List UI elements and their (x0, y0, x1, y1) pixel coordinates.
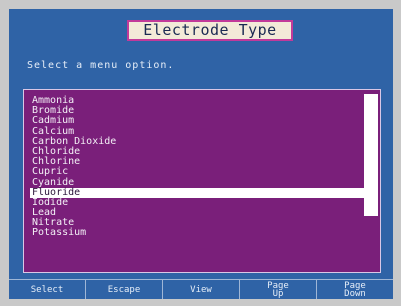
menu-item[interactable]: Iodide (30, 197, 370, 208)
device-bezel: Electrode Type Select a menu option. Amm… (0, 0, 401, 306)
electrode-type-list-panel: Ammonia Bromide Cadmium Calcium Carbon Dioxi… (23, 89, 381, 273)
menu-item[interactable]: Potassium (30, 228, 370, 238)
electrode-type-list: Ammonia Bromide Cadmium Calcium Carbon Dioxi… (30, 95, 370, 239)
menu-item[interactable]: Cupric (30, 167, 370, 177)
menu-item[interactable]: Ammonia (30, 95, 370, 106)
menu-item[interactable]: Fluoride (30, 187, 370, 198)
menu-item[interactable]: Chlorine (30, 156, 370, 167)
menu-prompt: Select a menu option. (27, 60, 175, 71)
page-up-button[interactable]: Page Up (239, 279, 316, 299)
device-screen: Electrode Type Select a menu option. Amm… (9, 9, 393, 299)
page-down-button[interactable]: Page Down (316, 279, 393, 299)
select-button[interactable]: Select (9, 279, 85, 299)
list-scrollbar[interactable] (364, 92, 378, 270)
escape-button[interactable]: Escape (85, 279, 162, 299)
menu-item[interactable]: Bromide (30, 105, 370, 116)
menu-item[interactable]: Chloride (30, 146, 370, 157)
view-button[interactable]: View (162, 279, 239, 299)
menu-item[interactable]: Carbon Dioxide (30, 136, 370, 147)
function-key-bar: Select Escape View Page Up Page Down (9, 279, 393, 299)
menu-item[interactable]: Cyanide (30, 177, 370, 188)
menu-item[interactable]: Lead (30, 207, 370, 218)
list-scrollbar-thumb[interactable] (364, 94, 378, 216)
menu-item[interactable]: Cadmium (30, 116, 370, 126)
window-title: Electrode Type (127, 20, 293, 41)
